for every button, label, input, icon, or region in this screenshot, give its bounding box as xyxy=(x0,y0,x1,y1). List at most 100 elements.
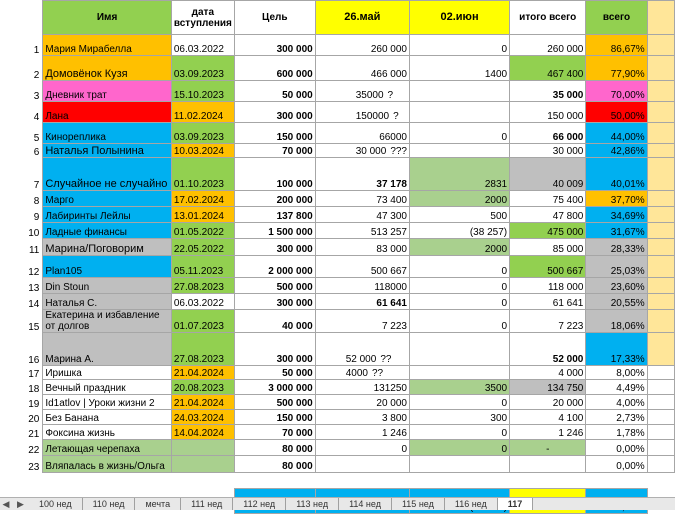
total-cell[interactable]: 118 000 xyxy=(509,277,587,294)
participant-name-cell[interactable]: Id1atlov | Уроки жизни 2 xyxy=(42,394,172,410)
extra-cell[interactable] xyxy=(646,55,675,81)
extra-cell[interactable] xyxy=(646,157,675,191)
may26-cell[interactable]: 47 300 xyxy=(314,206,411,223)
column-header-total-pct[interactable]: всего xyxy=(585,0,648,35)
row-number[interactable]: 21 xyxy=(0,424,43,440)
total-percent-cell[interactable]: 17,33% xyxy=(585,332,648,366)
join-date-cell[interactable]: 14.04.2024 xyxy=(170,424,235,440)
extra-cell[interactable] xyxy=(646,222,675,239)
extra-cell[interactable] xyxy=(646,394,675,410)
total-percent-cell[interactable]: 50,00% xyxy=(585,101,648,123)
sheet-tab[interactable]: 113 нед xyxy=(286,498,340,510)
row-number[interactable]: 23 xyxy=(0,455,43,473)
total-cell[interactable]: 75 400 xyxy=(509,190,587,207)
may26-cell[interactable]: 37 178 xyxy=(314,157,411,191)
extra-cell[interactable] xyxy=(646,206,675,223)
column-header-date[interactable]: дата вступления xyxy=(170,0,235,35)
extra-cell[interactable] xyxy=(646,101,675,123)
participant-name-cell[interactable]: Екатерина и избавление от долгов xyxy=(42,309,172,333)
sheet-tab[interactable]: 100 нед xyxy=(29,498,83,510)
jun02-cell[interactable]: 2000 xyxy=(408,190,511,207)
extra-cell[interactable] xyxy=(646,424,675,440)
column-header-name[interactable]: Имя xyxy=(42,0,172,35)
row-number[interactable]: 17 xyxy=(0,365,43,380)
goal-cell[interactable]: 80 000 xyxy=(233,455,316,473)
jun02-cell[interactable]: 0 xyxy=(408,277,511,294)
join-date-cell[interactable] xyxy=(170,455,235,473)
jun02-cell[interactable]: 0 xyxy=(408,309,511,333)
column-header-jun02[interactable]: 02.июн xyxy=(408,0,511,35)
join-date-cell[interactable]: 21.04.2024 xyxy=(170,365,235,380)
extra-cell[interactable] xyxy=(646,409,675,425)
extra-cell[interactable] xyxy=(646,143,675,158)
join-date-cell[interactable]: 06.03.2022 xyxy=(170,34,235,56)
may26-cell[interactable]: 73 400 xyxy=(314,190,411,207)
extra-cell[interactable] xyxy=(646,255,675,278)
extra-cell[interactable] xyxy=(646,379,675,395)
row-number[interactable]: 13 xyxy=(0,277,43,294)
may26-cell[interactable]: 466 000 xyxy=(314,55,411,81)
participant-name-cell[interactable]: Din Stoun xyxy=(42,277,172,294)
column-header-may26[interactable]: 26.май xyxy=(314,0,411,35)
participant-name-cell[interactable]: Мария Мирабелла xyxy=(42,34,172,56)
goal-cell[interactable]: 500 000 xyxy=(233,277,316,294)
total-percent-cell[interactable]: 4,00% xyxy=(585,394,648,410)
participant-name-cell[interactable]: Иришка xyxy=(42,365,172,380)
sheet-tab[interactable]: мечта xyxy=(135,498,182,510)
join-date-cell[interactable]: 05.11.2023 xyxy=(170,255,235,278)
extra-cell[interactable] xyxy=(646,293,675,310)
extra-cell[interactable] xyxy=(646,190,675,207)
total-cell[interactable]: 467 400 xyxy=(509,55,587,81)
total-percent-cell[interactable]: 44,00% xyxy=(585,122,648,144)
goal-cell[interactable]: 200 000 xyxy=(233,190,316,207)
row-number[interactable]: 11 xyxy=(0,238,43,256)
sheet-tab[interactable]: 116 нед xyxy=(445,498,498,510)
total-percent-cell[interactable]: 25,03% xyxy=(585,255,648,278)
goal-cell[interactable]: 137 800 xyxy=(233,206,316,223)
extra-cell[interactable] xyxy=(646,439,675,456)
row-number[interactable]: 19 xyxy=(0,394,43,410)
tab-scroll-prev-icon[interactable]: ◀ xyxy=(0,498,12,510)
join-date-cell[interactable]: 22.05.2022 xyxy=(170,238,235,256)
participant-name-cell[interactable]: Марго xyxy=(42,190,172,207)
participant-name-cell[interactable]: Домовёнок Кузя xyxy=(42,55,172,81)
join-date-cell[interactable]: 03.09.2023 xyxy=(170,122,235,144)
jun02-cell[interactable] xyxy=(408,80,511,102)
total-percent-cell[interactable]: 20,55% xyxy=(585,293,648,310)
may26-cell[interactable]: 66000 xyxy=(314,122,411,144)
participant-name-cell[interactable]: Фоксина жизнь xyxy=(42,424,172,440)
extra-cell[interactable] xyxy=(646,80,675,102)
row-number[interactable]: 22 xyxy=(0,439,43,456)
goal-cell[interactable]: 600 000 xyxy=(233,55,316,81)
total-cell[interactable]: 134 750 xyxy=(509,379,587,395)
participant-name-cell[interactable]: Марина А. xyxy=(42,332,172,366)
total-cell[interactable]: 30 000 xyxy=(509,143,587,158)
extra-cell[interactable] xyxy=(646,365,675,380)
may26-cell[interactable]: 513 257 xyxy=(314,222,411,239)
participant-name-cell[interactable]: Кинореплика xyxy=(42,122,172,144)
blank-cell[interactable] xyxy=(409,472,510,489)
total-percent-cell[interactable]: 1,78% xyxy=(585,424,648,440)
blank-cell[interactable] xyxy=(171,472,235,489)
may26-cell[interactable]: 0 xyxy=(314,439,411,456)
goal-cell[interactable]: 300 000 xyxy=(233,101,316,123)
blank-cell[interactable] xyxy=(647,472,675,489)
jun02-cell[interactable]: 500 xyxy=(408,206,511,223)
may26-cell[interactable] xyxy=(314,455,411,473)
tab-scroll-next-icon[interactable]: ▶ xyxy=(15,498,27,510)
jun02-cell[interactable]: 1400 xyxy=(408,55,511,81)
jun02-cell[interactable]: 0 xyxy=(408,255,511,278)
join-date-cell[interactable]: 01.05.2022 xyxy=(170,222,235,239)
row-number[interactable]: 8 xyxy=(0,190,43,207)
row-number[interactable]: 14 xyxy=(0,293,43,310)
total-cell[interactable]: 47 800 xyxy=(509,206,587,223)
extra-cell[interactable] xyxy=(646,277,675,294)
goal-cell[interactable]: 50 000 xyxy=(233,365,316,380)
may26-cell[interactable]: 1 246 xyxy=(314,424,411,440)
join-date-cell[interactable]: 10.03.2024 xyxy=(170,143,235,158)
sheet-tab[interactable]: 111 нед xyxy=(181,498,234,510)
row-number[interactable]: 4 xyxy=(0,101,43,123)
may26-cell[interactable]: 131250 xyxy=(314,379,411,395)
goal-cell[interactable]: 150 000 xyxy=(233,122,316,144)
total-percent-cell[interactable]: 37,70% xyxy=(585,190,648,207)
